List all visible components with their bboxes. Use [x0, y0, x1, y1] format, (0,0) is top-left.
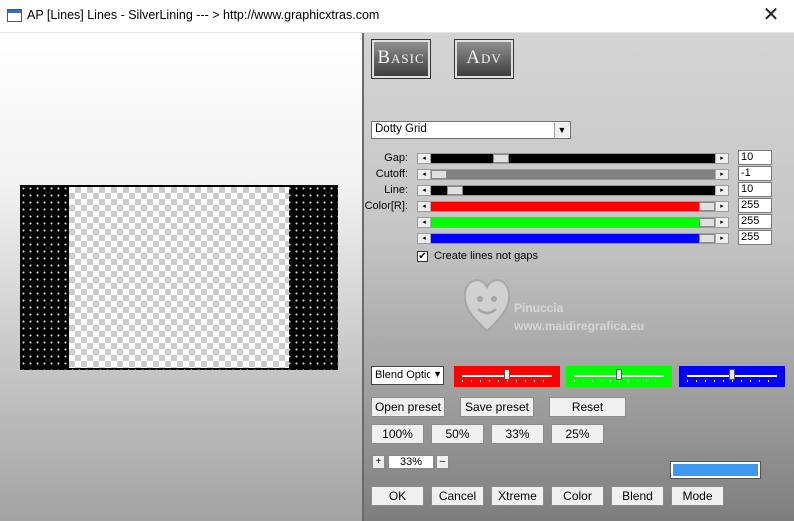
green-blend-slider[interactable]	[566, 366, 672, 387]
arrow-right-icon[interactable]: ▸	[715, 154, 728, 163]
heart-logo-icon	[463, 279, 511, 333]
chevron-down-icon[interactable]: ▼	[433, 369, 442, 379]
arrow-right-icon[interactable]: ▸	[715, 170, 728, 179]
blue-slider-track[interactable]	[431, 234, 715, 243]
green-slider-thumb[interactable]	[699, 218, 715, 227]
green-slider-track[interactable]	[431, 218, 715, 227]
arrow-left-icon[interactable]: ◂	[418, 218, 431, 227]
watermark-url: www.maidiregrafica.eu	[514, 319, 645, 333]
window-title: AP [Lines] Lines - SilverLining --- > ht…	[27, 8, 380, 22]
line-slider-thumb[interactable]	[447, 186, 463, 195]
gap-value[interactable]: 10	[738, 150, 772, 165]
cancel-button[interactable]: Cancel	[431, 486, 484, 506]
xtreme-button[interactable]: Xtreme	[491, 486, 544, 506]
gap-label: Gap:	[384, 152, 408, 164]
red-blend-slider[interactable]	[454, 366, 560, 387]
blue-blend-slider[interactable]	[679, 366, 785, 387]
arrow-right-icon[interactable]: ▸	[715, 202, 728, 211]
title-bar: AP [Lines] Lines - SilverLining --- > ht…	[0, 0, 794, 33]
line-value[interactable]: 10	[738, 182, 772, 197]
cutoff-slider[interactable]: ◂ ▸	[417, 169, 729, 180]
red-slider-track[interactable]	[431, 202, 715, 211]
zoom-value: 33%	[388, 455, 434, 469]
ok-button[interactable]: OK	[371, 486, 424, 506]
red-blend-ticks	[462, 380, 552, 382]
zoom-plus-button[interactable]: +	[372, 455, 385, 469]
preview-pane	[0, 33, 362, 521]
gap-slider[interactable]: ◂ ▸	[417, 153, 729, 164]
preset-dropdown-value: Dotty Grid	[375, 123, 427, 135]
red-blend-thumb[interactable]	[504, 369, 510, 380]
blue-blend-ticks	[687, 380, 777, 382]
blue-slider-thumb[interactable]	[699, 234, 715, 243]
adv-tab-button[interactable]: Adv	[454, 39, 514, 79]
color-r-label: Color[R]:	[364, 200, 408, 212]
arrow-right-icon[interactable]: ▸	[715, 218, 728, 227]
watermark-name: Pinuccia	[514, 301, 564, 315]
preset-dropdown[interactable]: Dotty Grid ▼	[371, 121, 571, 139]
blue-value[interactable]: 255	[738, 230, 772, 245]
arrow-left-icon[interactable]: ◂	[418, 202, 431, 211]
zoom-50-button[interactable]: 50%	[431, 424, 484, 444]
reset-button[interactable]: Reset	[549, 397, 626, 417]
app-window-icon	[7, 9, 22, 22]
zoom-33-button[interactable]: 33%	[491, 424, 544, 444]
gap-slider-thumb[interactable]	[493, 154, 509, 163]
transparency-checkerboard	[69, 187, 289, 368]
cutoff-slider-thumb[interactable]	[431, 170, 447, 179]
blue-blend-thumb[interactable]	[729, 369, 735, 380]
chevron-down-icon[interactable]: ▼	[554, 123, 569, 137]
control-panel: Basic Adv Dotty Grid ▼ Gap: ◂ ▸ 10 Cutof…	[364, 33, 794, 521]
mode-button[interactable]: Mode	[671, 486, 724, 506]
green-slider[interactable]: ◂ ▸	[417, 217, 729, 228]
green-blend-thumb[interactable]	[616, 369, 622, 380]
arrow-left-icon[interactable]: ◂	[418, 170, 431, 179]
blend-options-select[interactable]: Blend Optio ▼	[371, 366, 444, 385]
watermark: Pinuccia www.maidiregrafica.eu	[462, 273, 682, 343]
arrow-right-icon[interactable]: ▸	[715, 234, 728, 243]
red-value[interactable]: 255	[738, 198, 772, 213]
gap-slider-track[interactable]	[431, 154, 715, 163]
cutoff-label: Cutoff:	[375, 168, 408, 180]
arrow-left-icon[interactable]: ◂	[418, 154, 431, 163]
line-slider-track[interactable]	[431, 186, 715, 195]
preview-image	[20, 185, 338, 370]
cutoff-slider-track[interactable]	[431, 170, 715, 179]
arrow-left-icon[interactable]: ◂	[418, 234, 431, 243]
basic-tab-button[interactable]: Basic	[371, 39, 431, 79]
line-label: Line:	[384, 184, 408, 196]
create-lines-label: Create lines not gaps	[434, 250, 538, 262]
zoom-minus-button[interactable]: –	[436, 455, 449, 469]
red-slider[interactable]: ◂ ▸	[417, 201, 729, 212]
create-lines-checkbox[interactable]: ✔	[417, 251, 428, 262]
color-button[interactable]: Color	[551, 486, 604, 506]
blend-button[interactable]: Blend	[611, 486, 664, 506]
red-slider-thumb[interactable]	[699, 202, 715, 211]
arrow-right-icon[interactable]: ▸	[715, 186, 728, 195]
close-button[interactable]: ✕	[748, 0, 794, 32]
arrow-left-icon[interactable]: ◂	[418, 186, 431, 195]
zoom-25-button[interactable]: 25%	[551, 424, 604, 444]
green-value[interactable]: 255	[738, 214, 772, 229]
blend-options-value: Blend Optio	[375, 369, 430, 381]
color-swatch[interactable]	[670, 461, 761, 479]
line-slider[interactable]: ◂ ▸	[417, 185, 729, 196]
cutoff-value[interactable]: -1	[738, 166, 772, 181]
blue-slider[interactable]: ◂ ▸	[417, 233, 729, 244]
save-preset-button[interactable]: Save preset	[460, 397, 534, 417]
open-preset-button[interactable]: Open preset	[371, 397, 445, 417]
green-blend-ticks	[574, 380, 664, 382]
zoom-100-button[interactable]: 100%	[371, 424, 424, 444]
